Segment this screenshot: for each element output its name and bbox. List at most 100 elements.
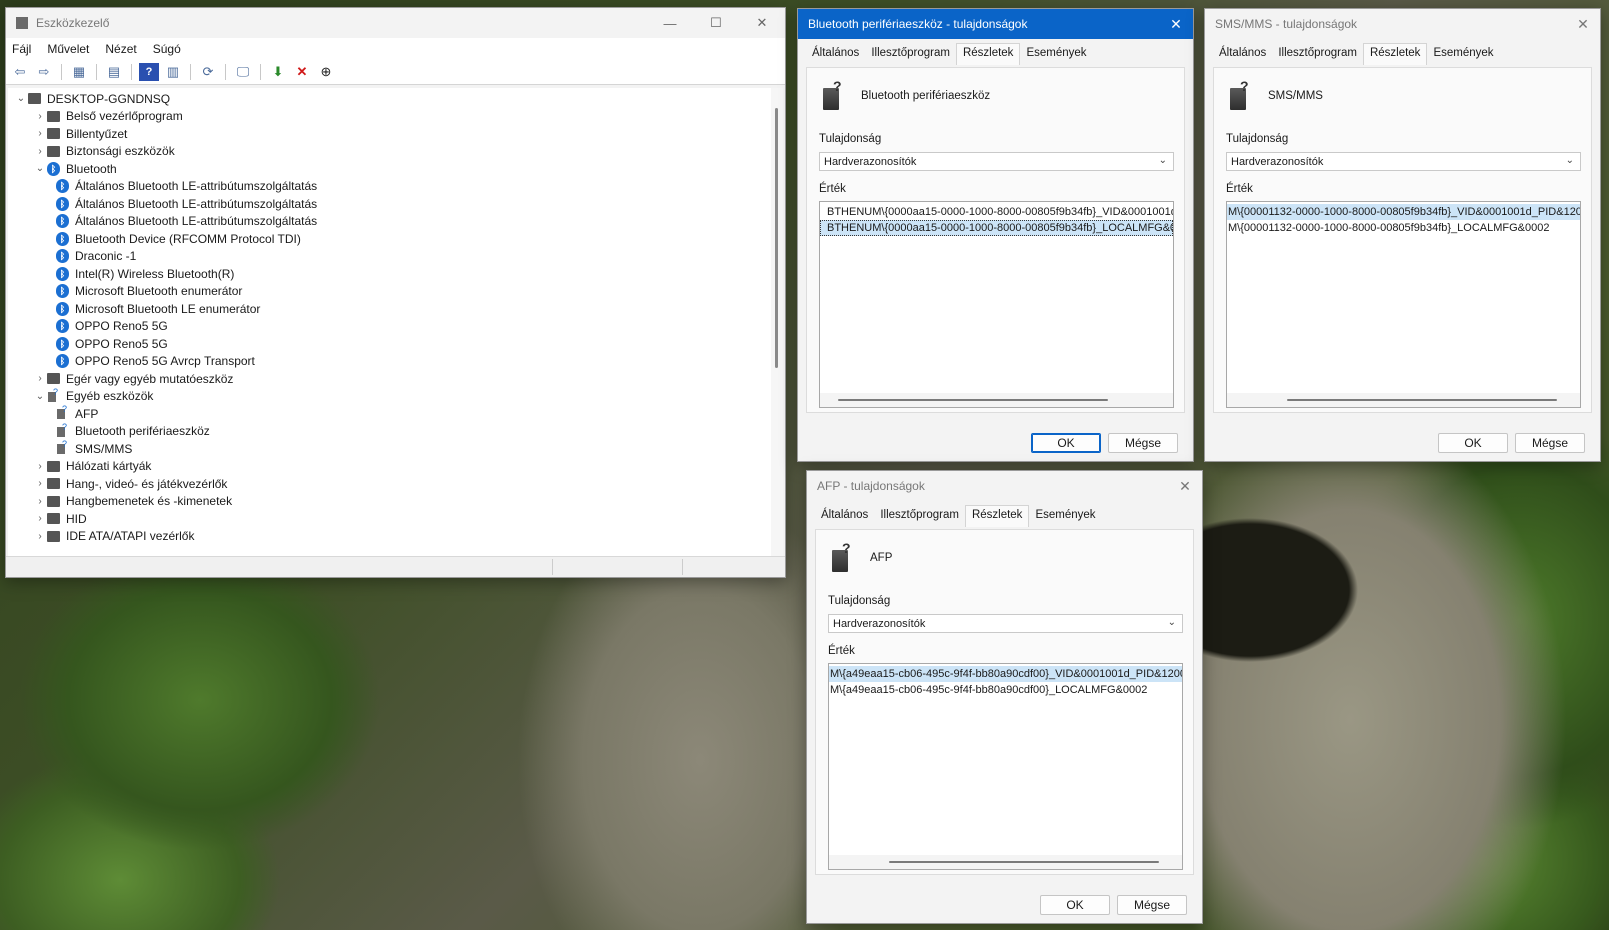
tab-events[interactable]: Események xyxy=(1029,506,1101,527)
disable-device-icon[interactable]: ⊕ xyxy=(316,63,336,81)
show-hide-tree-icon[interactable]: ▦ xyxy=(69,63,89,81)
chevron-right-icon[interactable]: › xyxy=(33,146,47,157)
title-bar[interactable]: SMS/MMS - tulajdonságok ✕ xyxy=(1205,9,1600,39)
tab-driver[interactable]: Illesztőprogram xyxy=(874,506,965,527)
list-item[interactable]: M\{a49eaa15-cb06-495c-9f4f-bb80a90cdf00}… xyxy=(829,666,1182,682)
title-bar[interactable]: Bluetooth perifériaeszköz - tulajdonságo… xyxy=(798,9,1193,39)
tree-item[interactable]: ᛒ Draconic -1 xyxy=(8,248,771,266)
tree-item[interactable]: › Hálózati kártyák xyxy=(8,458,771,476)
chevron-right-icon[interactable]: › xyxy=(33,531,47,542)
value-list[interactable]: M\{a49eaa15-cb06-495c-9f4f-bb80a90cdf00}… xyxy=(828,663,1183,870)
tree-item[interactable]: ᛒ Általános Bluetooth LE-attribútumszolgá… xyxy=(8,178,771,196)
ok-button[interactable]: OK xyxy=(1031,433,1101,453)
tree-item[interactable]: ᛒ Általános Bluetooth LE-attribútumszolgá… xyxy=(8,195,771,213)
tab-details[interactable]: Részletek xyxy=(964,505,1030,527)
property-dropdown[interactable]: Hardverazonosítók ⌄ xyxy=(828,614,1183,633)
back-arrow-icon[interactable]: ⇦ xyxy=(10,63,30,81)
tree-item[interactable]: › Hang-, videó- és játékvezérlők xyxy=(8,475,771,493)
tab-general[interactable]: Általános xyxy=(815,506,874,527)
tree-item[interactable]: ᛒ Általános Bluetooth LE-attribútumszolgá… xyxy=(8,213,771,231)
close-button[interactable]: ✕ xyxy=(1566,9,1600,39)
close-button[interactable]: ✕ xyxy=(739,8,785,38)
scan-hardware-icon[interactable]: 🖵 xyxy=(233,63,253,81)
vertical-scrollbar[interactable] xyxy=(771,88,783,557)
tree-item[interactable]: ᛒ OPPO Reno5 5G Avrcp Transport xyxy=(8,353,771,371)
ok-button[interactable]: OK xyxy=(1040,895,1110,915)
tree-item[interactable]: ⌄ DESKTOP-GGNDNSQ xyxy=(8,90,771,108)
tree-item[interactable]: AFP xyxy=(8,404,771,423)
cancel-button[interactable]: Mégse xyxy=(1117,895,1187,915)
cancel-button[interactable]: Mégse xyxy=(1108,433,1178,453)
tab-events[interactable]: Események xyxy=(1427,44,1499,65)
tree-item[interactable]: ᛒ Microsoft Bluetooth enumerátor xyxy=(8,283,771,301)
add-driver-icon[interactable]: ⬇ xyxy=(268,63,288,81)
chevron-right-icon[interactable]: › xyxy=(33,496,47,507)
tree-item[interactable]: ᛒ Intel(R) Wireless Bluetooth(R) xyxy=(8,265,771,283)
value-list[interactable]: M\{00001132-0000-1000-8000-00805f9b34fb}… xyxy=(1226,201,1581,408)
chevron-right-icon[interactable]: › xyxy=(33,478,47,489)
list-item[interactable]: M\{a49eaa15-cb06-495c-9f4f-bb80a90cdf00}… xyxy=(829,682,1182,698)
tree-item[interactable]: › Belső vezérlőprogram xyxy=(8,108,771,126)
uninstall-icon[interactable]: ✕ xyxy=(292,63,312,81)
property-dropdown[interactable]: Hardverazonosítók ⌄ xyxy=(819,152,1174,171)
tree-item[interactable]: ᛒ Microsoft Bluetooth LE enumerátor xyxy=(8,300,771,318)
horizontal-scrollbar[interactable] xyxy=(1227,393,1580,407)
chevron-down-icon[interactable]: ⌄ xyxy=(33,163,47,174)
chevron-right-icon[interactable]: › xyxy=(33,373,47,384)
horizontal-scrollbar[interactable] xyxy=(820,393,1173,407)
details-pane-icon[interactable]: ▥ xyxy=(163,63,183,81)
title-bar[interactable]: AFP - tulajdonságok ✕ xyxy=(807,471,1202,501)
tree-item[interactable]: ᛒ OPPO Reno5 5G xyxy=(8,335,771,353)
chevron-right-icon[interactable]: › xyxy=(33,513,47,524)
property-dropdown[interactable]: Hardverazonosítók ⌄ xyxy=(1226,152,1581,171)
tab-events[interactable]: Események xyxy=(1020,44,1092,65)
menu-file[interactable]: Fájl xyxy=(12,42,31,56)
horizontal-scrollbar[interactable] xyxy=(829,855,1182,869)
tab-details[interactable]: Részletek xyxy=(1362,43,1428,65)
minimize-button[interactable]: — xyxy=(647,8,693,38)
tree-item[interactable]: ⌄ Egyéb eszközök xyxy=(8,387,771,406)
value-list[interactable]: BTHENUM\{0000aa15-0000-1000-8000-00805f9… xyxy=(819,201,1174,408)
properties-icon[interactable]: ▤ xyxy=(104,63,124,81)
close-button[interactable]: ✕ xyxy=(1168,471,1202,501)
help-icon[interactable]: ? xyxy=(139,63,159,81)
tree-item[interactable]: › IDE ATA/ATAPI vezérlők xyxy=(8,528,771,546)
tree-item[interactable]: ᛒ OPPO Reno5 5G xyxy=(8,318,771,336)
list-item[interactable]: BTHENUM\{0000aa15-0000-1000-8000-00805f9… xyxy=(820,204,1173,220)
forward-arrow-icon[interactable]: ⇨ xyxy=(34,63,54,81)
list-item[interactable]: M\{00001132-0000-1000-8000-00805f9b34fb}… xyxy=(1227,220,1580,236)
tree-item[interactable]: ᛒ Bluetooth Device (RFCOMM Protocol TDI) xyxy=(8,230,771,248)
chevron-right-icon[interactable]: › xyxy=(33,461,47,472)
menu-help[interactable]: Súgó xyxy=(153,42,181,56)
tree-item[interactable]: › Hangbemenetek és -kimenetek xyxy=(8,493,771,511)
chevron-right-icon[interactable]: › xyxy=(33,128,47,139)
tree-item[interactable]: › Billentyűzet xyxy=(8,125,771,143)
list-item[interactable]: M\{00001132-0000-1000-8000-00805f9b34fb}… xyxy=(1227,204,1580,220)
sms-properties-dialog: SMS/MMS - tulajdonságok ✕ Általános Ille… xyxy=(1204,8,1601,462)
tab-general[interactable]: Általános xyxy=(806,44,865,65)
tree-item[interactable]: › Biztonsági eszközök xyxy=(8,143,771,161)
chevron-down-icon[interactable]: ⌄ xyxy=(14,93,28,104)
chevron-down-icon[interactable]: ⌄ xyxy=(33,391,47,402)
tab-driver[interactable]: Illesztőprogram xyxy=(1272,44,1363,65)
close-button[interactable]: ✕ xyxy=(1159,9,1193,39)
tab-general[interactable]: Általános xyxy=(1213,44,1272,65)
menu-action[interactable]: Művelet xyxy=(47,42,89,56)
ok-button[interactable]: OK xyxy=(1438,433,1508,453)
tab-driver[interactable]: Illesztőprogram xyxy=(865,44,956,65)
list-item[interactable]: BTHENUM\{0000aa15-0000-1000-8000-00805f9… xyxy=(820,220,1173,236)
menu-view[interactable]: Nézet xyxy=(105,42,136,56)
disk-controller-icon xyxy=(47,530,60,542)
title-bar[interactable]: Eszközkezelő — ☐ ✕ xyxy=(6,8,785,38)
maximize-button[interactable]: ☐ xyxy=(693,8,739,38)
mouse-icon xyxy=(47,373,60,385)
cancel-button[interactable]: Mégse xyxy=(1515,433,1585,453)
chevron-right-icon[interactable]: › xyxy=(33,111,47,122)
update-driver-icon[interactable]: ⟳ xyxy=(198,63,218,81)
tab-details[interactable]: Részletek xyxy=(955,43,1021,65)
tree-item[interactable]: ⌄ ᛒ Bluetooth xyxy=(8,160,771,178)
tree-item[interactable]: › Egér vagy egyéb mutatóeszköz xyxy=(8,370,771,388)
tree-item[interactable]: › HID xyxy=(8,510,771,528)
tree-item[interactable]: Bluetooth perifériaeszköz xyxy=(8,422,771,441)
tree-item[interactable]: SMS/MMS xyxy=(8,439,771,458)
